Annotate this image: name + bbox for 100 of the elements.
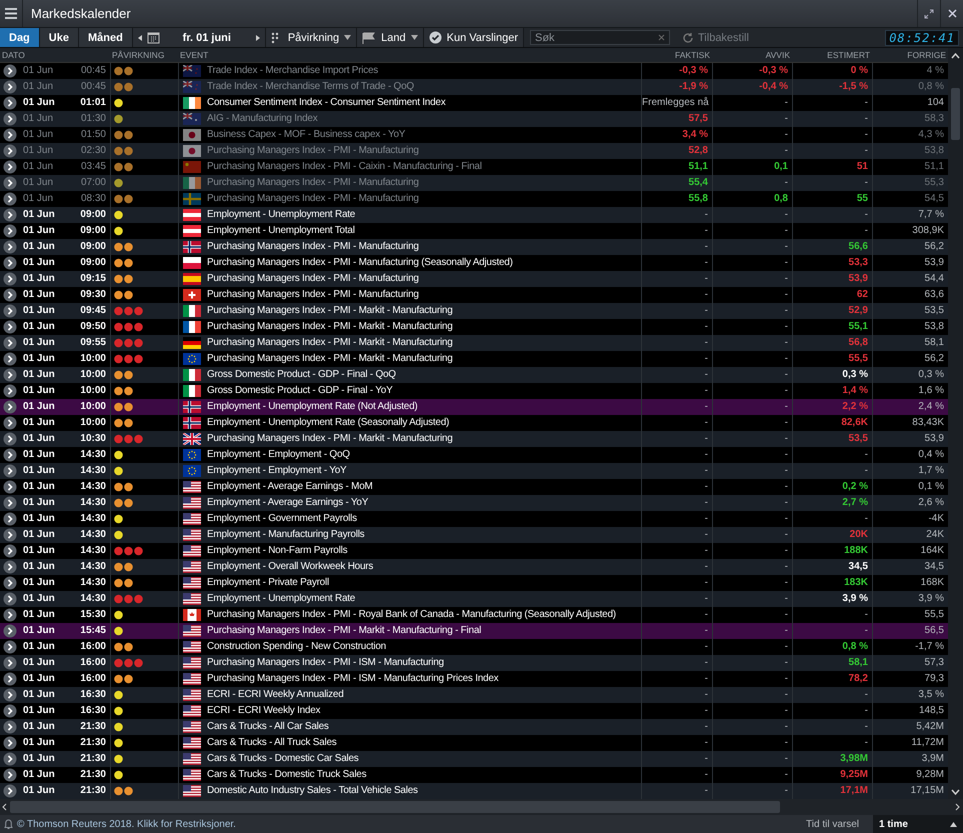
filter-dropdown[interactable]: Påvirkning (266, 28, 358, 47)
table-row[interactable]: 01 Jun 09:45 Purchasing Managers Index - PMI - Markit - Manufacturing - - 52,9 53,5 (0, 303, 948, 319)
view-tab[interactable]: Måned (78, 28, 133, 47)
expand-icon[interactable] (3, 192, 17, 206)
scroll-thumb[interactable] (10, 801, 780, 813)
date-cell-text: 01 Jun (22, 96, 56, 110)
time-cell-text: 09:55 (79, 336, 107, 350)
view-tab[interactable]: Uke (40, 28, 79, 47)
expand-icon[interactable] (3, 208, 17, 222)
alert-dropdown[interactable]: 1 time (873, 815, 963, 833)
expand-icon[interactable] (3, 512, 17, 526)
expand-icon[interactable] (3, 416, 17, 430)
table-row[interactable]: 01 Jun 16:30 ECRI - ECRI Weekly Annualized - - - 3,5 % (0, 687, 948, 703)
expand-icon[interactable] (3, 720, 17, 734)
expand-icon[interactable] (3, 336, 17, 350)
expand-icon[interactable] (3, 528, 17, 542)
expand-icon[interactable] (3, 448, 17, 462)
table-row[interactable]: 01 Jun 14:30 Employment - Unemployment Rate - - 3,9 % 3,9 % (0, 591, 948, 607)
column-header[interactable]: EVENT (178, 50, 641, 60)
close-icon[interactable] (948, 9, 956, 18)
expand-icon[interactable] (3, 288, 17, 302)
expand-icon[interactable] (3, 112, 17, 126)
expand-icon[interactable] (3, 240, 17, 254)
table-row[interactable]: 01 Jun 14:30 Employment - Manufacturing Payrolls - - 20K 24K (0, 527, 948, 543)
event-cell-text: Employment - Private Payroll (206, 576, 330, 590)
alerts-toggle[interactable]: Kun Varslinger (424, 28, 524, 47)
expand-icon[interactable] (3, 224, 17, 238)
table-row[interactable]: 01 Jun 00:45 Trade Index - Merchandise Terms of Trade - QoQ -1,9 % -0,4 % -1,5 % 0,8 % (0, 79, 948, 95)
expand-icon[interactable] (3, 688, 17, 702)
view-tab[interactable]: Dag (0, 28, 40, 47)
expand-icon[interactable] (3, 784, 17, 798)
expand-icon[interactable] (3, 544, 17, 558)
expand-icon[interactable] (3, 480, 17, 494)
clear-icon[interactable] (658, 34, 665, 41)
table-row[interactable]: 01 Jun 10:00 Gross Domestic Product - GDP - Final - QoQ - - 0,3 % 0,3 % (0, 367, 948, 383)
event-cell-text: Purchasing Managers Index - PMI - Manufacturing (206, 192, 420, 206)
expand-icon[interactable] (3, 656, 17, 670)
table-row[interactable]: 01 Jun 14:30 Employment - Overall Workweek Hours - - 34,5 34,5 (0, 559, 948, 575)
column-header[interactable]: DATO (0, 50, 60, 60)
column-header[interactable]: ESTIMERT (792, 50, 872, 60)
previous-icon[interactable] (136, 32, 144, 42)
expand-icon[interactable] (3, 624, 17, 638)
table-row[interactable]: 01 Jun 15:45 Purchasing Managers Index - PMI - Markit - Manufacturing - Final - - - 56,5 (0, 623, 948, 639)
expand-icon[interactable] (3, 256, 17, 270)
expand-icon[interactable] (3, 576, 17, 590)
expand-icon[interactable] (3, 320, 17, 334)
expand-icon[interactable] (3, 96, 17, 110)
expand-icon[interactable] (3, 736, 17, 750)
table-row[interactable]: 01 Jun 09:00 Purchasing Managers Index - PMI - Manufacturing - - 56,6 56,2 (0, 239, 948, 255)
copyright-link[interactable]: © Thomson Reuters 2018. Klikk for Restriksjoner. (17, 818, 236, 830)
filter-dropdown[interactable]: Land (357, 28, 424, 47)
table-row[interactable]: 01 Jun 10:00 Employment - Unemployment Rate (Not Adjusted) - - 2,2 % 2,4 % (0, 399, 948, 415)
table-row[interactable]: 01 Jun 02:30 Purchasing Managers Index - PMI - Manufacturing 52,8 - - 53,8 (0, 143, 948, 159)
expand-icon[interactable] (3, 432, 17, 446)
scroll-thumb[interactable] (951, 88, 960, 140)
expand-icon[interactable] (3, 560, 17, 574)
table-row[interactable]: 01 Jun 01:30 AIG - Manufacturing Index 57,5 - - 58,3 (0, 111, 948, 127)
expand-icon[interactable] (3, 368, 17, 382)
table-row[interactable]: 01 Jun 09:55 Purchasing Managers Index - PMI - Markit - Manufacturing - - 56,8 58,1 (0, 335, 948, 351)
column-header[interactable]: PÅVIRKNING (110, 50, 178, 60)
expand-icon[interactable] (3, 384, 17, 398)
expand-icon[interactable] (3, 272, 17, 286)
next-icon[interactable] (254, 32, 262, 42)
expand-icon[interactable] (3, 160, 17, 174)
search-field[interactable]: Søk (530, 30, 670, 45)
expand-icon[interactable] (3, 592, 17, 606)
expand-icon[interactable] (3, 768, 17, 782)
expand-icon[interactable] (3, 608, 17, 622)
expand-icon[interactable] (3, 496, 17, 510)
expand-icon[interactable] (3, 144, 17, 158)
expand-icon[interactable] (3, 80, 17, 94)
event-cell-text: Employment - Average Earnings - YoY (206, 496, 370, 510)
column-header[interactable]: FORRIGE (872, 50, 948, 60)
expand-icon[interactable] (3, 672, 17, 686)
table-row[interactable]: 01 Jun 07:00 Purchasing Managers Index - PMI - Manufacturing 55,4 - - 55,3 (0, 175, 948, 191)
calendar-icon[interactable] (146, 31, 160, 44)
expand-icon[interactable] (3, 304, 17, 318)
date-cell-text: 01 Jun (22, 304, 56, 318)
time-cell-text: 01:50 (80, 128, 107, 142)
column-header[interactable]: AVVIK (712, 50, 792, 60)
expand-icon[interactable] (3, 640, 17, 654)
expand-icon[interactable] (3, 352, 17, 366)
table-row[interactable]: 01 Jun 09:15 Purchasing Managers Index - PMI - Manufacturing - - 53,9 54,4 (0, 271, 948, 287)
expand-icon[interactable] (3, 752, 17, 766)
expand-icon[interactable] (3, 464, 17, 478)
expand-icon[interactable] (3, 64, 17, 78)
table-row[interactable]: 01 Jun 14:30 Employment - Employment - YoY - - - 1,7 % (0, 463, 948, 479)
expand-icon[interactable] (3, 176, 17, 190)
expand-icon[interactable] (3, 128, 17, 142)
expand-icon[interactable] (3, 400, 17, 414)
table-row[interactable]: 01 Jun 21:30 Domestic Auto Industry Sales - Total Vehicle Sales - - 17,1M 17,15M (0, 783, 948, 799)
column-header[interactable]: FAKTISK (641, 50, 712, 60)
table-row[interactable]: 01 Jun 21:30 Cars & Trucks - All Car Sales - - - 5,42M (0, 719, 948, 735)
bell-icon[interactable] (4, 818, 13, 830)
table-row[interactable]: 01 Jun 16:00 Purchasing Managers Index - PMI - ISM - Manufacturing - - 58,1 57,3 (0, 655, 948, 671)
table-row[interactable]: 01 Jun 21:30 Cars & Trucks - Domestic Car Sales - - 3,98M 3,9M (0, 751, 948, 767)
table-row[interactable]: 01 Jun 14:30 Employment - Average Earnings - YoY - - 2,7 % 2,6 % (0, 495, 948, 511)
expand-icon[interactable] (3, 704, 17, 718)
table-row[interactable]: 01 Jun 09:00 Employment - Unemployment Rate - - - 7,7 % (0, 207, 948, 223)
table-row[interactable]: 01 Jun 10:30 Purchasing Managers Index - PMI - Markit - Manufacturing - - 53,5 53,9 (0, 431, 948, 447)
